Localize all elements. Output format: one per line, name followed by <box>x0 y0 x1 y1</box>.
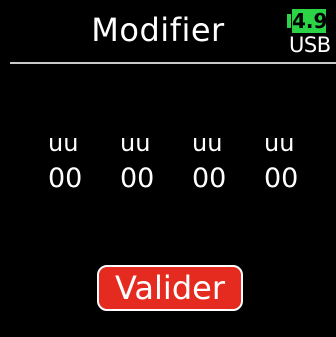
battery-cap-icon <box>287 14 291 28</box>
field-2[interactable]: uu 00 <box>120 130 172 192</box>
field-3-lower[interactable]: 00 <box>192 165 244 192</box>
header-bar: Modifier 4.9 USB <box>0 0 336 78</box>
field-2-upper: uu <box>120 129 151 157</box>
modifier-grid: uu 00 uu 00 uu 00 uu 00 <box>48 130 318 210</box>
battery-level: 4.9 <box>292 9 328 33</box>
field-4[interactable]: uu 00 <box>264 130 316 192</box>
battery-indicator: 4.9 USB <box>287 6 334 60</box>
field-3[interactable]: uu 00 <box>192 130 244 192</box>
field-4-upper: uu <box>264 129 295 157</box>
header-divider <box>10 62 336 64</box>
field-1[interactable]: uu 00 <box>48 130 100 192</box>
valider-label: Valider <box>115 269 225 307</box>
valider-button[interactable]: Valider <box>97 265 243 311</box>
page-title: Modifier <box>91 11 225 49</box>
field-4-lower[interactable]: 00 <box>264 165 316 192</box>
field-1-lower[interactable]: 00 <box>48 165 100 192</box>
power-source-label: USB <box>289 33 331 57</box>
field-1-upper: uu <box>48 129 79 157</box>
field-3-upper: uu <box>192 129 223 157</box>
field-2-lower[interactable]: 00 <box>120 165 172 192</box>
